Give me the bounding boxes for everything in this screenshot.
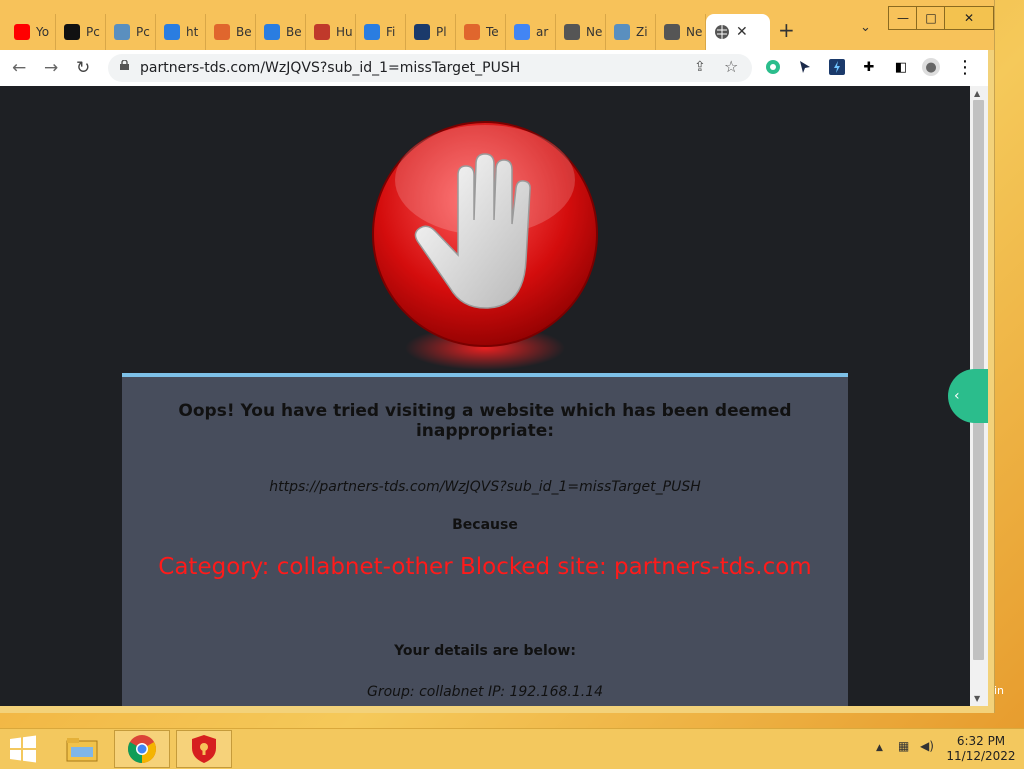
scroll-up-icon[interactable]: ▲ — [974, 89, 980, 98]
tab-label: Yo — [36, 25, 50, 39]
tab-search-button[interactable]: ⌄ — [860, 20, 871, 35]
tab-label: Be — [286, 25, 302, 39]
tab-5[interactable]: Be — [256, 14, 306, 50]
side-panel-icon[interactable]: ◧ — [892, 58, 910, 76]
browser-window: Yo Pc Pc ht Be Be Hu Fi Pl Te ar Ne Zi Ne ✕ + ⌄ — □ ✕… — [0, 0, 995, 713]
maximize-button[interactable]: □ — [916, 6, 946, 30]
tab-6[interactable]: Hu — [306, 14, 356, 50]
lock-icon — [120, 60, 129, 70]
shield-icon — [192, 735, 216, 763]
tab-12[interactable]: Zi — [606, 14, 656, 50]
network-icon[interactable]: ▦ — [898, 739, 909, 753]
tab-13[interactable]: Ne — [656, 14, 706, 50]
hex-icon — [614, 24, 630, 40]
chrome-taskbar-button[interactable] — [114, 730, 170, 768]
clock-date: 11/12/2022 — [946, 749, 1016, 763]
warning-heading: Oops! You have tried visiting a website … — [178, 401, 792, 441]
block-category: Category: collabnet-other Blocked site: … — [158, 554, 812, 580]
tab-11[interactable]: Ne — [556, 14, 606, 50]
tab-label: Ne — [586, 25, 603, 39]
share-icon[interactable]: ⇪ — [694, 59, 706, 75]
tab-strip: Yo Pc Pc ht Be Be Hu Fi Pl Te ar Ne Zi Ne ✕ — [6, 14, 770, 50]
tab-label: Hu — [336, 25, 353, 39]
tab-3[interactable]: ht — [156, 14, 206, 50]
group-ip-line: Group: collabnet IP: 192.168.1.14 — [366, 684, 604, 700]
tab-label: Be — [236, 25, 252, 39]
globe-icon — [714, 24, 730, 40]
plane-icon — [364, 24, 380, 40]
tab-active[interactable]: ✕ — [706, 14, 770, 50]
tab-7[interactable]: Fi — [356, 14, 406, 50]
taskbar: ▲ ▦ ◀) 6:32 PM 11/12/2022 — [0, 728, 1024, 769]
chrome-icon — [128, 735, 156, 763]
tab-2[interactable]: Pc — [106, 14, 156, 50]
close-window-button[interactable]: ✕ — [944, 6, 994, 30]
blocked-page: Oops! You have tried visiting a website … — [0, 86, 970, 706]
tray-overflow-icon[interactable]: ▲ — [876, 743, 883, 753]
extension-bolt-icon[interactable] — [828, 58, 846, 76]
reload-icon[interactable]: ↻ — [76, 58, 90, 78]
address-bar[interactable]: partners-tds.com/WzJQVS?sub_id_1=missTar… — [108, 54, 752, 82]
clock-time: 6:32 PM — [956, 734, 1006, 748]
security-app-button[interactable] — [176, 730, 232, 768]
chrome-icon — [564, 24, 580, 40]
v-icon — [414, 24, 430, 40]
youtube-icon — [14, 24, 30, 40]
url-text[interactable]: partners-tds.com/WzJQVS?sub_id_1=missTar… — [140, 60, 520, 76]
tab-label: Pl — [436, 25, 447, 39]
tab-label: Zi — [636, 25, 648, 39]
bolt-icon — [264, 24, 280, 40]
google-icon — [514, 24, 530, 40]
browser-menu-icon[interactable]: ⋮ — [956, 57, 974, 78]
mail-icon — [464, 24, 480, 40]
blocked-url: https://partners-tds.com/WzJQVS?sub_id_1… — [269, 479, 701, 495]
tab-label: Te — [486, 25, 499, 39]
windows-start-icon[interactable] — [8, 735, 38, 763]
back-icon[interactable]: ← — [12, 58, 26, 78]
file-explorer-button[interactable] — [54, 730, 110, 768]
new-tab-button[interactable]: + — [778, 18, 795, 42]
title-bar: Yo Pc Pc ht Be Be Hu Fi Pl Te ar Ne Zi Ne ✕ + ⌄ — □ ✕ — [0, 0, 994, 50]
tab-9[interactable]: Te — [456, 14, 506, 50]
scroll-down-icon[interactable]: ▼ — [974, 694, 980, 703]
tab-1[interactable]: Pc — [56, 14, 106, 50]
tab-8[interactable]: Pl — [406, 14, 456, 50]
bookmark-star-icon[interactable]: ☆ — [724, 57, 738, 76]
forward-icon[interactable]: → — [44, 58, 58, 78]
tab-10[interactable]: ar — [506, 14, 556, 50]
tab-4[interactable]: Be — [206, 14, 256, 50]
clock[interactable]: 6:32 PM 11/12/2022 — [944, 734, 1018, 764]
because-label: Because — [452, 517, 518, 533]
brand-icon — [64, 24, 80, 40]
volume-icon[interactable]: ◀) — [920, 739, 934, 753]
chrome-icon — [664, 24, 680, 40]
rainbow-icon — [214, 24, 230, 40]
corner-text: in — [994, 684, 1005, 697]
tab-label: ht — [186, 25, 199, 39]
tab-label: Pc — [136, 25, 150, 39]
bolt-icon — [164, 24, 180, 40]
tab-label: Ne — [686, 25, 703, 39]
details-heading: Your details are below: — [394, 643, 576, 659]
extension-green-icon[interactable] — [764, 58, 782, 76]
folder-icon — [66, 738, 98, 762]
extensions-puzzle-icon[interactable]: ✚ — [860, 58, 878, 76]
v-icon — [314, 24, 330, 40]
extension-cursor-icon[interactable] — [796, 58, 814, 76]
minimize-button[interactable]: — — [888, 6, 918, 30]
stop-hand-icon — [372, 121, 598, 370]
tab-label: Pc — [86, 25, 100, 39]
profile-icon[interactable]: ● — [922, 58, 940, 76]
warning-card: Oops! You have tried visiting a website … — [122, 373, 848, 706]
hex-icon — [114, 24, 130, 40]
tab-label: Fi — [386, 25, 396, 39]
tab-close-icon[interactable]: ✕ — [736, 24, 748, 40]
tab-label: ar — [536, 25, 549, 39]
tab-0[interactable]: Yo — [6, 14, 56, 50]
